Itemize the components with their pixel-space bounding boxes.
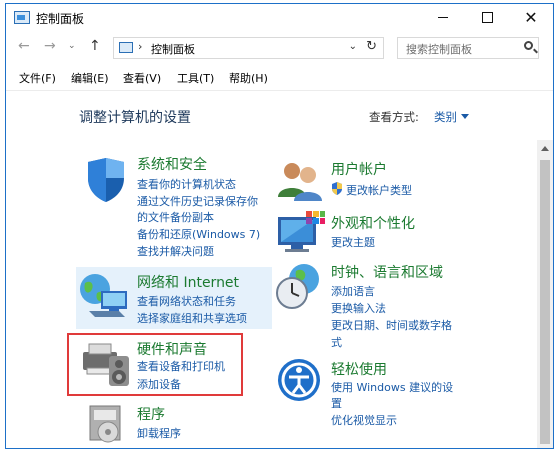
clock-link-0[interactable]: 添加语言 (331, 283, 375, 299)
close-icon: ✕ (524, 8, 538, 27)
chevron-right-icon: › (138, 40, 143, 53)
menu-file[interactable]: 文件(F) (19, 70, 56, 86)
view-by-dropdown[interactable]: 类别 (434, 109, 457, 125)
hardware-link-1[interactable]: 添加设备 (137, 376, 181, 392)
ease-of-access-icon[interactable] (276, 357, 322, 403)
user-accounts-icon[interactable] (276, 159, 324, 203)
clock-link-3[interactable]: 式 (331, 334, 342, 350)
ease-link-2[interactable]: 优化视觉显示 (331, 412, 397, 428)
system-security-title[interactable]: 系统和安全 (137, 154, 207, 174)
programs-box-icon[interactable] (86, 402, 130, 446)
maximize-icon (481, 12, 493, 23)
divider (6, 90, 553, 91)
search-icon[interactable] (524, 41, 533, 50)
system-link-3[interactable]: 备份和还原(Windows 7) (137, 226, 260, 242)
close-button[interactable]: ✕ (509, 4, 553, 32)
view-by-label: 查看方式: (369, 110, 419, 124)
network-globe-icon[interactable] (79, 271, 131, 321)
shield-icon[interactable] (82, 156, 130, 204)
appearance-title[interactable]: 外观和个性化 (331, 213, 415, 233)
printer-speaker-icon[interactable] (79, 338, 133, 388)
control-panel-icon (14, 11, 30, 24)
clock-globe-icon[interactable] (274, 261, 324, 311)
up-arrow-icon[interactable]: ↑ (89, 38, 101, 54)
control-panel-icon (119, 42, 133, 53)
search-input[interactable]: 搜索控制面板 (397, 37, 539, 59)
hardware-link-0[interactable]: 查看设备和打印机 (137, 358, 225, 374)
users-link-0[interactable]: 更改帐户类型 (346, 182, 412, 198)
control-panel-window: 控制面板 ✕ ← → ⌄ ↑ › 控制面板 ⌄ ↻ 搜索控制面板 文件(F) 编… (5, 3, 554, 449)
network-internet-title[interactable]: 网络和 Internet (137, 272, 239, 292)
vertical-scrollbar[interactable] (537, 140, 553, 448)
back-arrow-icon[interactable]: ← (18, 38, 30, 54)
menu-edit[interactable]: 编辑(E) (71, 70, 109, 86)
system-link-4[interactable]: 查找并解决问题 (137, 243, 214, 259)
uac-shield-icon (332, 182, 342, 195)
hardware-sound-title[interactable]: 硬件和声音 (137, 339, 207, 359)
address-text[interactable]: 控制面板 (151, 41, 195, 57)
recent-locations-icon[interactable]: ⌄ (68, 41, 76, 51)
system-link-2[interactable]: 的文件备份副本 (137, 209, 214, 225)
clock-link-2[interactable]: 更改日期、时间或数字格 (331, 317, 452, 333)
refresh-icon[interactable]: ↻ (366, 39, 377, 54)
network-link-0[interactable]: 查看网络状态和任务 (137, 293, 236, 309)
menu-bar: 文件(F) 编辑(E) 查看(V) 工具(T) 帮助(H) (6, 68, 553, 88)
window-title: 控制面板 (36, 12, 85, 26)
minimize-icon (438, 17, 448, 18)
scroll-up-icon[interactable] (541, 146, 549, 151)
menu-tools[interactable]: 工具(T) (177, 70, 214, 86)
maximize-button[interactable] (465, 4, 509, 32)
ease-link-0[interactable]: 使用 Windows 建议的设 (331, 379, 453, 395)
ease-of-access-title[interactable]: 轻松使用 (331, 359, 387, 379)
title-bar: 控制面板 ✕ (6, 4, 553, 32)
programs-title[interactable]: 程序 (137, 404, 165, 424)
menu-view[interactable]: 查看(V) (123, 70, 161, 86)
network-link-1[interactable]: 选择家庭组和共享选项 (137, 310, 247, 326)
forward-arrow-icon[interactable]: → (44, 38, 56, 54)
user-accounts-title[interactable]: 用户帐户 (331, 159, 387, 179)
dropdown-arrow-icon[interactable] (461, 114, 469, 119)
clock-link-1[interactable]: 更换输入法 (331, 300, 386, 316)
programs-link-0[interactable]: 卸载程序 (137, 425, 181, 441)
ease-link-1[interactable]: 置 (331, 395, 342, 411)
menu-help[interactable]: 帮助(H) (229, 70, 268, 86)
navigation-bar: ← → ⌄ ↑ › 控制面板 ⌄ ↻ 搜索控制面板 (6, 35, 553, 63)
appearance-link-0[interactable]: 更改主题 (331, 234, 375, 250)
chevron-down-icon[interactable]: ⌄ (349, 41, 357, 52)
page-title: 调整计算机的设置 (79, 110, 191, 126)
scroll-thumb[interactable] (540, 160, 550, 444)
system-link-1[interactable]: 通过文件历史记录保存你 (137, 193, 258, 209)
minimize-button[interactable] (421, 4, 465, 32)
appearance-monitor-icon[interactable] (276, 209, 326, 255)
system-link-0[interactable]: 查看你的计算机状态 (137, 176, 236, 192)
search-placeholder: 搜索控制面板 (406, 43, 472, 56)
clock-region-title[interactable]: 时钟、语言和区域 (331, 262, 443, 282)
address-bar[interactable]: › 控制面板 ⌄ ↻ (113, 37, 384, 59)
